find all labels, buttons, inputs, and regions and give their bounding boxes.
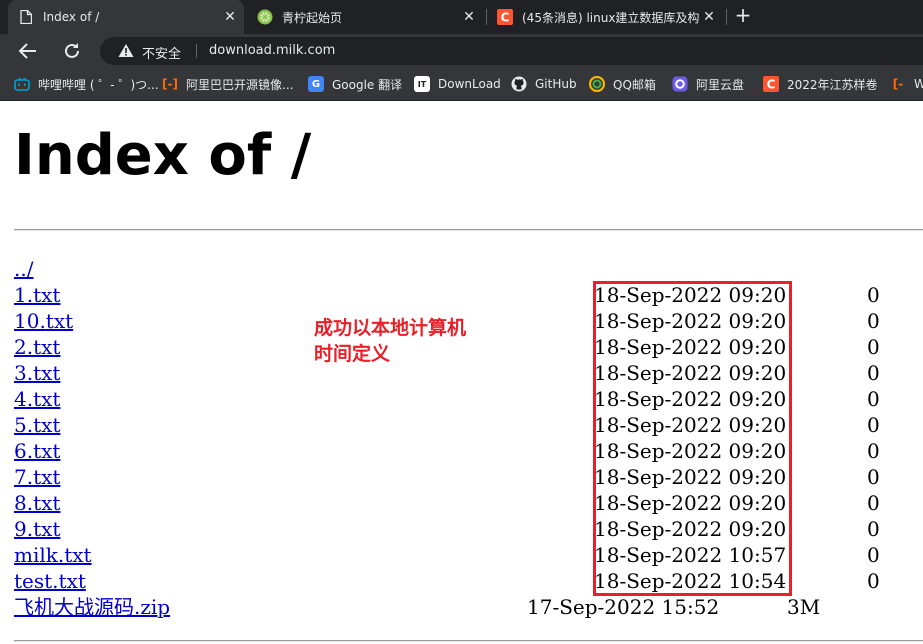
- bookmark-qq-mail[interactable]: QQ邮箱: [589, 68, 656, 100]
- bookmark-github[interactable]: GitHub: [511, 68, 577, 100]
- file-link[interactable]: 7.txt: [14, 464, 60, 490]
- bookmarks-bar: 哔哩哔哩 ( ゜- ゜)つ... [-] 阿里巴巴开源镜像... G Googl…: [0, 68, 923, 101]
- browser-toolbar: 不安全 download.milk.com: [0, 34, 923, 68]
- file-link[interactable]: 3.txt: [14, 360, 60, 386]
- file-size: 0: [867, 439, 880, 463]
- bookmark-download[interactable]: IT DownLoad: [414, 68, 501, 100]
- file-size: 3M: [787, 595, 821, 619]
- aliyun-drive-icon: [672, 76, 688, 92]
- file-link[interactable]: test.txt: [14, 568, 86, 594]
- download-site-icon: IT: [414, 76, 430, 92]
- file-size: 0: [867, 517, 880, 541]
- bookmark-jiangsu-paper[interactable]: C 2022年江苏样卷: [763, 68, 878, 100]
- tab-strip: Index of / ✕ 青柠起始页 ✕ C (45条消息) linux建立数据…: [0, 0, 923, 34]
- parent-row: ../: [14, 256, 923, 282]
- svg-text:C: C: [767, 78, 776, 92]
- file-size: 0: [867, 491, 880, 515]
- file-size: 0: [867, 335, 880, 359]
- tab-title: 青柠起始页: [282, 10, 343, 25]
- csdn-icon: C: [497, 9, 513, 25]
- document-icon: [18, 9, 34, 25]
- close-tab-icon[interactable]: ✕: [459, 9, 479, 25]
- bottom-divider: [14, 640, 923, 642]
- bookmark-label: GitHub: [535, 77, 577, 91]
- file-link[interactable]: 5.txt: [14, 412, 60, 438]
- annotation-text: 成功以本地计算机 时间定义: [314, 315, 514, 367]
- reload-button[interactable]: [60, 39, 84, 63]
- bilibili-icon: [14, 76, 30, 92]
- svg-text:C: C: [501, 11, 510, 25]
- file-link[interactable]: milk.txt: [14, 542, 92, 568]
- file-size: 0: [867, 361, 880, 385]
- file-size: 0: [867, 387, 880, 411]
- file-row: 飞机大战源码.zip 17-Sep-2022 15:52 3M: [14, 594, 923, 620]
- file-size: 0: [867, 569, 880, 593]
- bookmark-aliyun-drive[interactable]: 阿里云盘: [672, 68, 744, 100]
- bookmark-label: 阿里云盘: [696, 77, 745, 92]
- security-label[interactable]: 不安全: [142, 43, 181, 62]
- google-translate-icon: G: [308, 76, 324, 92]
- tab-csdn[interactable]: C (45条消息) linux建立数据库及构 ✕: [487, 0, 723, 34]
- tab-title: (45条消息) linux建立数据库及构: [522, 10, 699, 25]
- parent-directory-link[interactable]: ../: [14, 256, 33, 282]
- tab-qingning[interactable]: 青柠起始页 ✕: [247, 0, 483, 34]
- new-tab-button[interactable]: +: [731, 4, 755, 28]
- highlight-box: [593, 281, 792, 596]
- warning-icon[interactable]: [118, 43, 134, 62]
- bookmark-label: 2022年江苏样卷: [787, 77, 878, 92]
- bookmark-label: Google 翻译: [332, 77, 403, 92]
- tab-title: Index of /: [43, 10, 100, 24]
- file-link[interactable]: 飞机大战源码.zip: [14, 594, 170, 620]
- file-link[interactable]: 2.txt: [14, 334, 60, 360]
- file-link[interactable]: 10.txt: [14, 308, 73, 334]
- tab-separator: [726, 9, 727, 25]
- file-link[interactable]: 1.txt: [14, 282, 60, 308]
- file-date: 17-Sep-2022 15:52: [527, 595, 720, 619]
- annotation-line: 时间定义: [314, 343, 391, 365]
- bookmark-label: 阿里巴巴开源镜像...: [186, 77, 294, 92]
- lime-icon: [257, 9, 273, 25]
- divider: [196, 44, 197, 58]
- csdn-icon: C: [763, 76, 779, 92]
- file-link[interactable]: 9.txt: [14, 516, 60, 542]
- top-divider: [14, 229, 923, 231]
- back-button[interactable]: [16, 39, 40, 63]
- file-size: 0: [867, 309, 880, 333]
- close-tab-icon[interactable]: ✕: [220, 9, 240, 25]
- github-icon: [511, 76, 527, 92]
- bookmark-label: DownLoad: [438, 77, 501, 91]
- bookmark-bilibili[interactable]: 哔哩哔哩 ( ゜- ゜)つ...: [14, 68, 159, 100]
- url-text[interactable]: download.milk.com: [209, 43, 335, 58]
- bookmark-label: W: [914, 77, 923, 91]
- qq-mail-icon: [589, 76, 605, 92]
- page-title: Index of /: [14, 123, 312, 188]
- file-size: 0: [867, 283, 880, 307]
- file-size: 0: [867, 543, 880, 567]
- file-link[interactable]: 8.txt: [14, 490, 60, 516]
- file-link[interactable]: 4.txt: [14, 386, 60, 412]
- file-link[interactable]: 6.txt: [14, 438, 60, 464]
- close-tab-icon[interactable]: ✕: [699, 9, 719, 25]
- bookmark-google-translate[interactable]: G Google 翻译: [308, 68, 402, 100]
- bookmark-label: 哔哩哔哩 ( ゜- ゜)つ...: [38, 77, 159, 92]
- file-size: 0: [867, 465, 880, 489]
- address-bar[interactable]: 不安全 download.milk.com: [100, 37, 923, 65]
- bookmark-alibaba-mirror[interactable]: [-] 阿里巴巴开源镜像...: [162, 68, 293, 100]
- bookmark-truncated[interactable]: [- W: [890, 68, 923, 100]
- tab-index-of[interactable]: Index of / ✕: [8, 0, 244, 34]
- file-size: 0: [867, 413, 880, 437]
- bookmark-label: QQ邮箱: [613, 77, 656, 92]
- annotation-line: 成功以本地计算机: [314, 317, 467, 339]
- alibaba-icon: [-]: [162, 77, 178, 91]
- orange-bracket-icon: [-: [892, 77, 904, 91]
